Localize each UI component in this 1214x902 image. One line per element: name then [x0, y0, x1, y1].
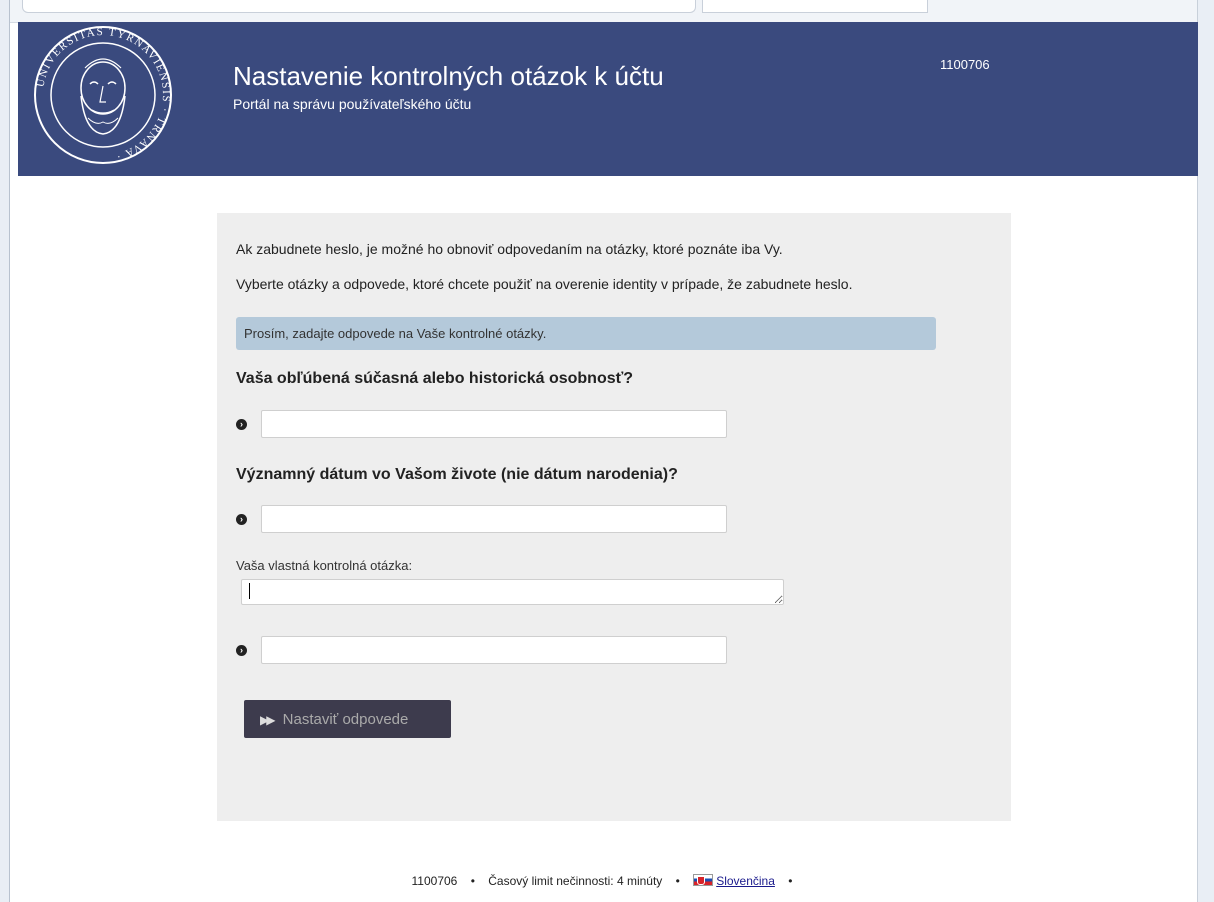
- language-link[interactable]: Slovenčina: [716, 874, 775, 888]
- window-border-left: [0, 0, 10, 902]
- answer-2-input[interactable]: [261, 505, 727, 533]
- university-seal-logo: UNIVERSITAS TYRNAVIENSIS · TRNAVA ·: [30, 22, 176, 168]
- custom-question-label: Vaša vlastná kontrolná otázka:: [236, 558, 413, 573]
- security-questions-panel: Ak zabudnete heslo, je možné ho obnoviť …: [217, 213, 1011, 821]
- page-footer: 1100706 • Časový limit nečinnosti: 4 min…: [0, 874, 1214, 888]
- footer-separator: •: [470, 874, 475, 888]
- footer-separator: •: [788, 874, 793, 888]
- footer-separator: •: [675, 874, 680, 888]
- arrow-bullet-icon: ›: [236, 645, 247, 656]
- custom-question-textarea[interactable]: [241, 579, 784, 605]
- slovak-flag-icon: [693, 874, 714, 886]
- text-cursor: [249, 583, 250, 599]
- page-header: UNIVERSITAS TYRNAVIENSIS · TRNAVA · Nast…: [18, 22, 1198, 176]
- window-border-right: [1197, 0, 1214, 902]
- info-notice: Prosím, zadajte odpovede na Vaše kontrol…: [236, 317, 936, 350]
- header-user-id: 1100706: [940, 57, 990, 72]
- set-answers-button[interactable]: ▶▶ Nastaviť odpovede: [244, 700, 451, 738]
- intro-text-1: Ak zabudnete heslo, je možné ho obnoviť …: [236, 241, 783, 257]
- set-answers-button-label: Nastaviť odpovede: [282, 710, 409, 728]
- footer-user-id: 1100706: [411, 874, 458, 888]
- question-2-label: Významný dátum vo Vašom živote (nie dátu…: [236, 466, 678, 483]
- address-bar[interactable]: [22, 0, 696, 13]
- intro-text-2: Vyberte otázky a odpovede, ktoré chcete …: [236, 276, 853, 292]
- answer-3-input[interactable]: [261, 636, 727, 664]
- inactivity-timeout: Časový limit nečinnosti: 4 minúty: [488, 874, 663, 888]
- question-1-label: Vaša obľúbená súčasná alebo historická o…: [236, 370, 634, 387]
- fast-forward-icon: ▶▶: [260, 712, 276, 727]
- answer-1-input[interactable]: [261, 410, 727, 438]
- browser-search-box[interactable]: [702, 0, 928, 13]
- browser-toolbar: [0, 0, 1214, 23]
- page-title: Nastavenie kontrolných otázok k účtu: [233, 61, 664, 91]
- arrow-bullet-icon: ›: [236, 419, 247, 430]
- arrow-bullet-icon: ›: [236, 514, 247, 525]
- page-subtitle: Portál na správu používateľského účtu: [233, 96, 472, 112]
